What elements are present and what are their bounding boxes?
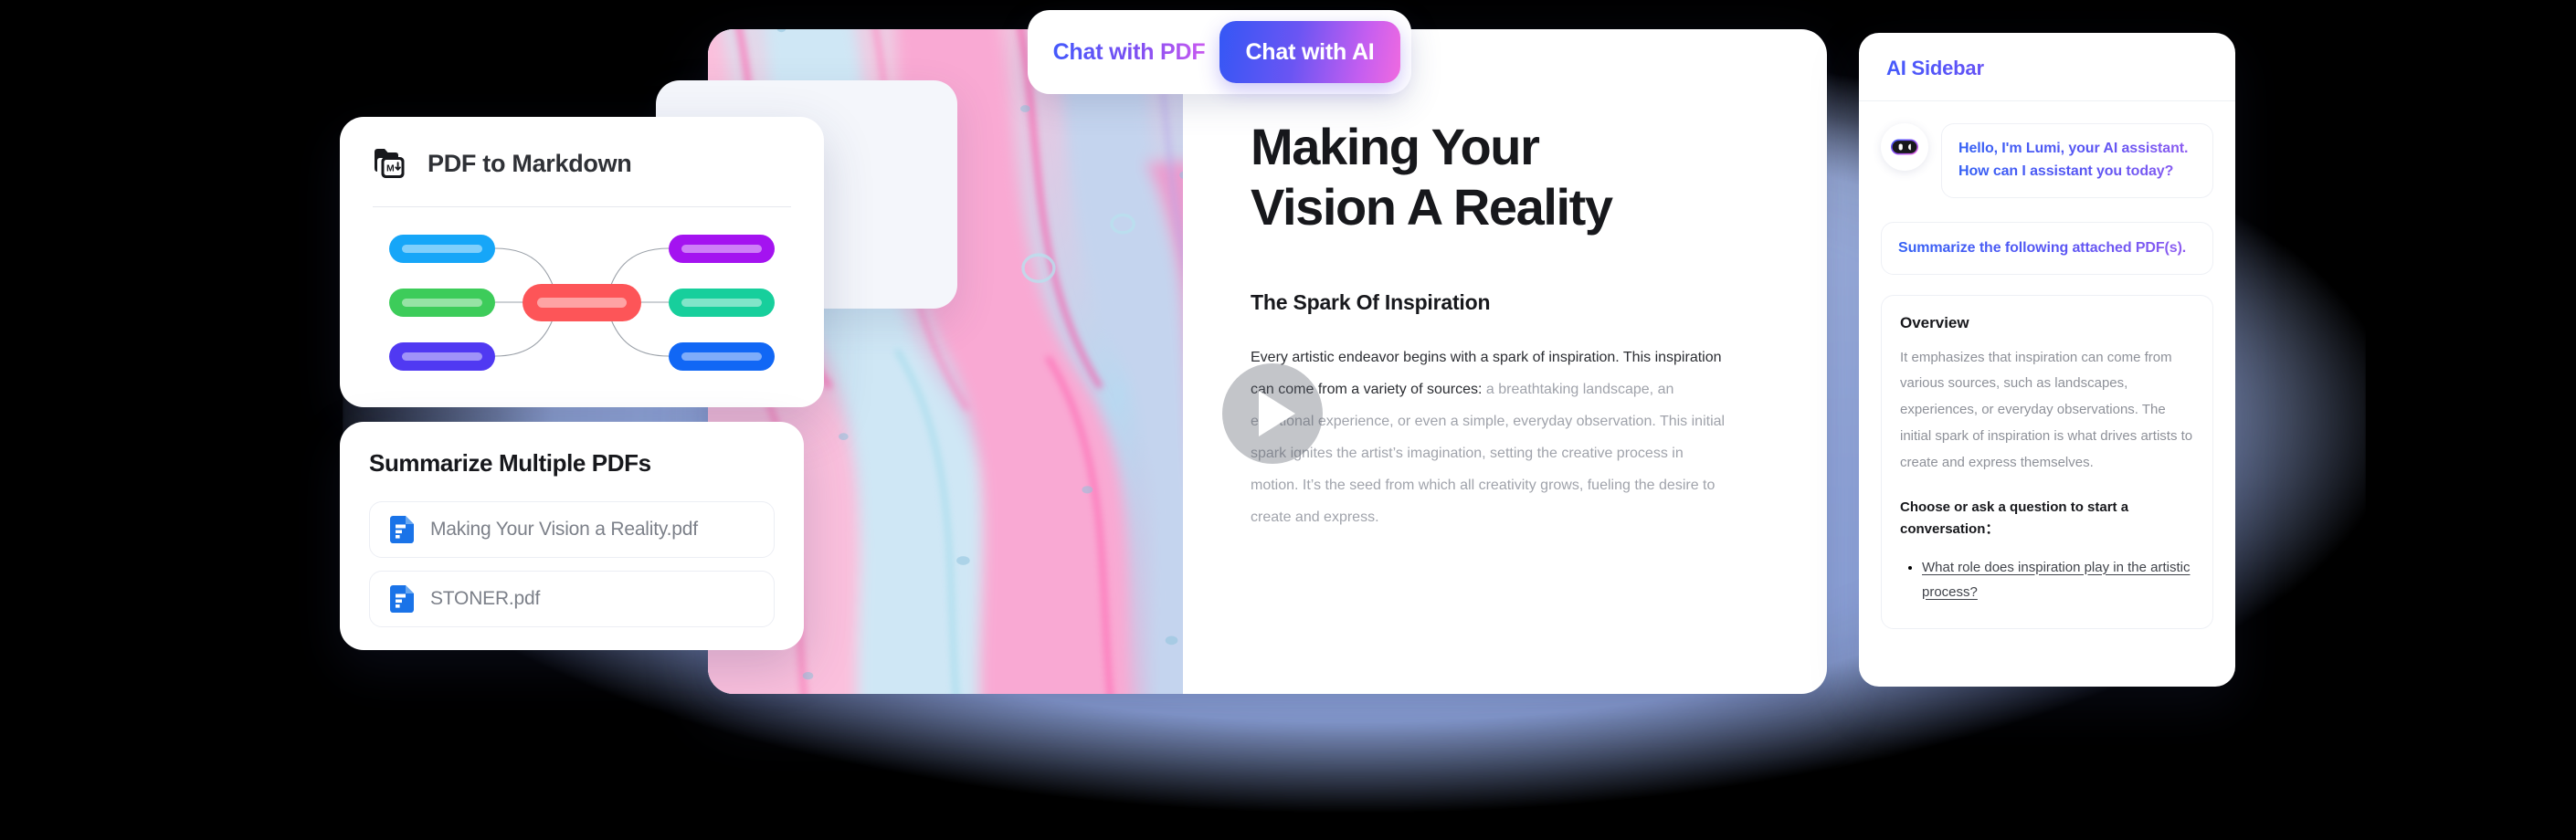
ai-sidebar-body: Hello, I'm Lumi, your AI assistant. How … [1859,101,2235,629]
play-icon [1258,391,1295,436]
pdf-to-markdown-card: M PDF to Markdown [340,117,824,407]
tab-chat-with-ai[interactable]: Chat with AI [1219,21,1400,83]
mindmap-nodes [389,235,775,371]
assistant-message: Hello, I'm Lumi, your AI assistant. How … [1881,123,2213,198]
markdown-folder-icon: M [375,149,405,178]
file-row[interactable]: Making Your Vision a Reality.pdf [369,501,775,558]
ai-sidebar-panel: AI Sidebar Hello, I'm Lumi, your AI assi… [1859,33,2235,687]
assistant-greeting-bubble: Hello, I'm Lumi, your AI assistant. How … [1941,123,2213,198]
mindmap-diagram [389,235,775,371]
lumi-avatar-icon [1891,139,1918,155]
play-button[interactable] [1222,363,1323,464]
suggested-questions-list: What role does inspiration play in the a… [1900,555,2194,604]
pdf-file-icon [390,516,414,543]
tab-chat-with-pdf[interactable]: Chat with PDF [1039,39,1219,66]
file-row[interactable]: STONER.pdf [369,571,775,627]
chat-mode-toggle: Chat with PDF Chat with AI [1028,10,1411,94]
pdf-file-icon [390,585,414,613]
overview-label: Overview [1900,313,1969,331]
file-name: Making Your Vision a Reality.pdf [430,519,698,540]
summarize-card-title: Summarize Multiple PDFs [369,449,651,477]
page-title: Making Your Vision A Reality [1251,118,1613,236]
section-heading: The Spark Of Inspiration [1251,290,1491,315]
avatar [1881,123,1928,171]
suggested-question-link[interactable]: What role does inspiration play in the a… [1922,560,2190,600]
markdown-card-header: M PDF to Markdown [371,144,793,206]
user-prompt-card[interactable]: Summarize the following attached PDF(s). [1881,221,2213,275]
overview-text: It emphasizes that inspiration can come … [1900,349,2193,470]
choose-question-label: Choose or ask a question to start a conv… [1900,499,2129,537]
summarize-multiple-pdfs-card: Summarize Multiple PDFs Making Your Visi… [340,422,804,650]
markdown-card-title: PDF to Markdown [428,149,632,177]
answer-card: Overview It emphasizes that inspiration … [1881,294,2213,629]
list-item: What role does inspiration play in the a… [1922,555,2194,604]
file-name: STONER.pdf [430,588,541,609]
document-pane: Making Your Vision A Reality The Spark O… [1183,29,1827,694]
svg-text:M: M [386,163,395,174]
document-body: Every artistic endeavor begins with a sp… [1251,342,1726,533]
divider [373,206,791,207]
ai-sidebar-title: AI Sidebar [1859,33,2235,101]
